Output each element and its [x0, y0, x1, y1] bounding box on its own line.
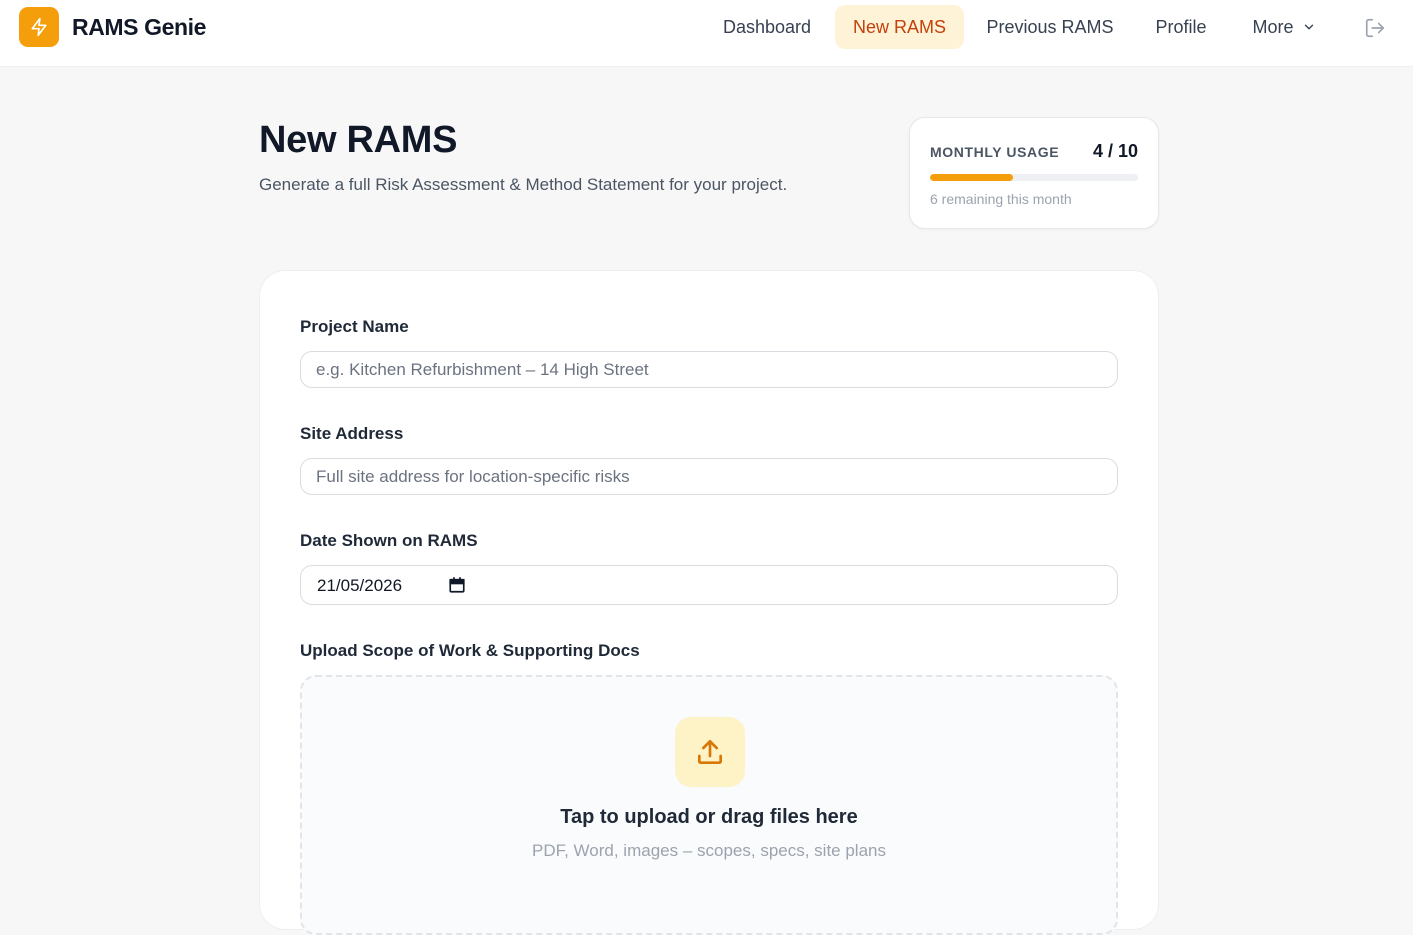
- upload-title: Tap to upload or drag files here: [560, 806, 858, 828]
- usage-label: MONTHLY USAGE: [930, 144, 1060, 160]
- nav-profile[interactable]: Profile: [1140, 5, 1222, 49]
- chevron-down-icon: [1304, 24, 1313, 30]
- lightning-icon: [31, 17, 47, 37]
- top-navigation-bar: RAMS Genie Dashboard New RAMS Previous R…: [0, 0, 1413, 67]
- date-label: Date Shown on RAMS: [300, 531, 478, 550]
- page-subtitle: Generate a full Risk Assessment & Method…: [259, 175, 788, 194]
- new-rams-form: Project Name Site Address Date Shown on …: [259, 270, 1159, 935]
- usage-remaining: 6 remaining this month: [930, 191, 1072, 207]
- nav-new-rams[interactable]: New RAMS: [835, 5, 964, 49]
- app-logo[interactable]: [19, 7, 59, 47]
- date-input[interactable]: 21/05/2026: [300, 565, 1118, 605]
- site-address-input[interactable]: [300, 458, 1118, 495]
- app-name[interactable]: RAMS Genie: [72, 14, 206, 41]
- upload-icon: [698, 740, 722, 764]
- monthly-usage-card: MONTHLY USAGE 4 / 10 6 remaining this mo…: [909, 117, 1159, 229]
- usage-progress-bar: [930, 174, 1138, 181]
- project-name-input[interactable]: [300, 351, 1118, 388]
- calendar-icon[interactable]: [448, 576, 466, 594]
- upload-subtitle: PDF, Word, images – scopes, specs, site …: [531, 841, 886, 860]
- usage-count: 4 / 10: [1092, 141, 1138, 161]
- site-address-label: Site Address: [300, 424, 404, 443]
- file-upload-dropzone[interactable]: Tap to upload or drag files here PDF, Wo…: [300, 675, 1118, 935]
- page-title: New RAMS: [259, 119, 458, 161]
- logout-icon[interactable]: [1364, 17, 1386, 39]
- nav-previous-rams[interactable]: Previous RAMS: [975, 5, 1125, 49]
- project-name-label: Project Name: [300, 317, 409, 336]
- upload-badge: [675, 717, 745, 787]
- usage-progress-fill: [930, 174, 1014, 181]
- nav-more[interactable]: More: [1237, 5, 1331, 49]
- nav-dashboard[interactable]: Dashboard: [708, 5, 826, 49]
- upload-label: Upload Scope of Work & Supporting Docs: [300, 641, 640, 660]
- nav-more-label: More: [1252, 16, 1294, 37]
- date-value: 21/05/2026: [317, 576, 403, 595]
